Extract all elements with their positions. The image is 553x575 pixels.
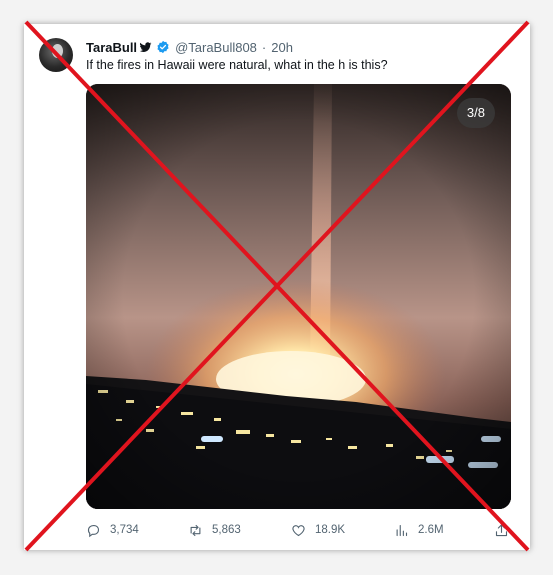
like-icon xyxy=(292,524,305,536)
views-button[interactable]: 2.6M xyxy=(394,523,444,538)
reply-icon xyxy=(87,524,100,537)
media-image xyxy=(86,84,511,509)
author-name[interactable]: TaraBull xyxy=(86,40,137,55)
share-icon xyxy=(495,523,508,536)
tweet-header: TaraBull @TaraBull808 · 20h xyxy=(86,38,293,56)
time-separator: · xyxy=(261,39,267,55)
like-count: 18.9K xyxy=(315,524,346,536)
retweet-icon xyxy=(190,524,201,536)
reply-button[interactable]: 3,734 xyxy=(86,523,139,538)
retweet-count: 5,863 xyxy=(212,524,241,536)
tweet-time[interactable]: 20h xyxy=(271,40,293,55)
view-count: 2.6M xyxy=(418,524,444,536)
action-bar: 3,734 5,863 18.9K 2.6M xyxy=(86,521,516,539)
views-icon xyxy=(396,524,408,536)
tweet-card: TaraBull @TaraBull808 · 20h If the fires… xyxy=(24,24,530,550)
verified-badge-icon xyxy=(157,40,169,54)
avatar[interactable] xyxy=(39,38,73,72)
tweet-text: If the fires in Hawaii were natural, wha… xyxy=(86,58,388,72)
media-counter-badge: 3/8 xyxy=(456,98,495,128)
tweet-media[interactable]: 3/8 xyxy=(86,84,511,509)
retweet-button[interactable]: 5,863 xyxy=(188,523,241,538)
bird-icon xyxy=(139,41,152,52)
reply-count: 3,734 xyxy=(110,524,139,536)
author-handle[interactable]: @TaraBull808 xyxy=(175,40,257,55)
like-button[interactable]: 18.9K xyxy=(291,523,345,538)
share-button[interactable] xyxy=(494,523,518,538)
